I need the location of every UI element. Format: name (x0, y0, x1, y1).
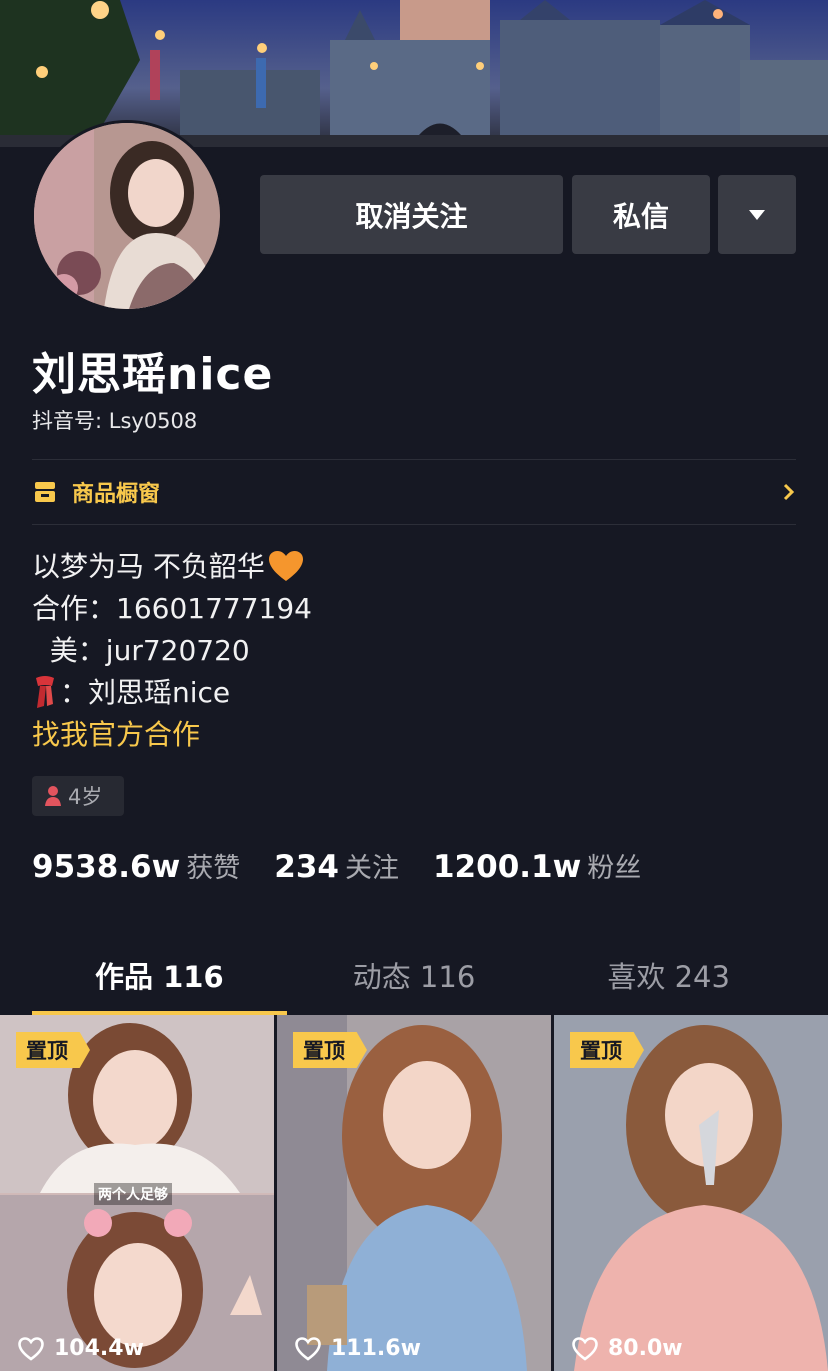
pinned-badge: 置顶 (16, 1032, 90, 1068)
followers-count[interactable]: 1200.1w (433, 849, 581, 885)
profile-stats: 9538.6w 获赞 234 关注 1200.1w 粉丝 (32, 846, 675, 885)
profile-name: 刘思瑶nice (32, 349, 274, 400)
more-dropdown-button[interactable] (718, 175, 796, 254)
bio-line: 以梦为马 不负韶华 (32, 550, 265, 583)
video-grid: 两个人足够 置顶 104.4w 置顶 111.6w 置顶 80.0w (0, 1015, 828, 1371)
heart-outline-icon (295, 1336, 321, 1361)
douyin-id: 抖音号: Lsy0508 (32, 409, 198, 433)
following-label[interactable]: 关注 (345, 846, 399, 885)
video-likes-count: 111.6w (331, 1336, 421, 1361)
video-likes: 104.4w (18, 1336, 144, 1361)
likes-count: 9538.6w (32, 849, 181, 885)
bio-line: 美：jur720720 (32, 634, 250, 667)
video-likes: 80.0w (572, 1336, 683, 1361)
video-likes-count: 80.0w (608, 1336, 683, 1361)
shop-window-row[interactable]: 商品橱窗 (32, 460, 796, 524)
shop-icon (35, 482, 55, 502)
avatar[interactable] (31, 120, 223, 312)
pinned-badge: 置顶 (293, 1032, 367, 1068)
message-label: 私信 (612, 199, 669, 233)
scarf-icon (36, 676, 54, 708)
chevron-right-icon (783, 483, 795, 501)
profile-tabs: 作品 116 动态 116 喜欢 243 (32, 940, 796, 1015)
pinned-badge: 置顶 (570, 1032, 644, 1068)
tab-posts[interactable]: 动态 116 (287, 940, 542, 1015)
age-tag: 4岁 (32, 776, 124, 816)
likes-label: 获赞 (186, 853, 241, 884)
unfollow-label: 取消关注 (355, 199, 468, 233)
unfollow-button[interactable]: 取消关注 (260, 175, 563, 254)
heart-outline-icon (18, 1336, 44, 1361)
video-likes: 111.6w (295, 1336, 421, 1361)
caret-down-icon (749, 209, 765, 220)
bio-line: ：刘思瑶nice (60, 676, 231, 709)
bio: 以梦为马 不负韶华 合作：16601777194 美：jur720720 ：刘思… (32, 546, 312, 756)
video-likes-count: 104.4w (54, 1336, 144, 1361)
heart-outline-icon (572, 1336, 598, 1361)
video-thumbnail[interactable]: 两个人足够 置顶 104.4w (0, 1015, 274, 1371)
bio-line: 合作：16601777194 (32, 592, 312, 625)
video-thumbnail[interactable]: 置顶 111.6w (277, 1015, 551, 1371)
following-count[interactable]: 234 (274, 849, 339, 885)
orange-heart-icon (268, 551, 303, 581)
message-button[interactable]: 私信 (572, 175, 710, 254)
video-thumbnail[interactable]: 置顶 80.0w (554, 1015, 828, 1371)
shop-window-label: 商品橱窗 (72, 482, 161, 507)
official-cooperation-link[interactable]: 找我官方合作 (32, 714, 200, 756)
tab-likes[interactable]: 喜欢 243 (541, 940, 796, 1015)
divider (32, 524, 796, 525)
video-caption: 两个人足够 (94, 1183, 172, 1205)
age-label: 4岁 (68, 785, 103, 809)
female-icon (45, 786, 61, 806)
tab-works[interactable]: 作品 116 (32, 940, 287, 1015)
followers-label[interactable]: 粉丝 (587, 846, 641, 885)
